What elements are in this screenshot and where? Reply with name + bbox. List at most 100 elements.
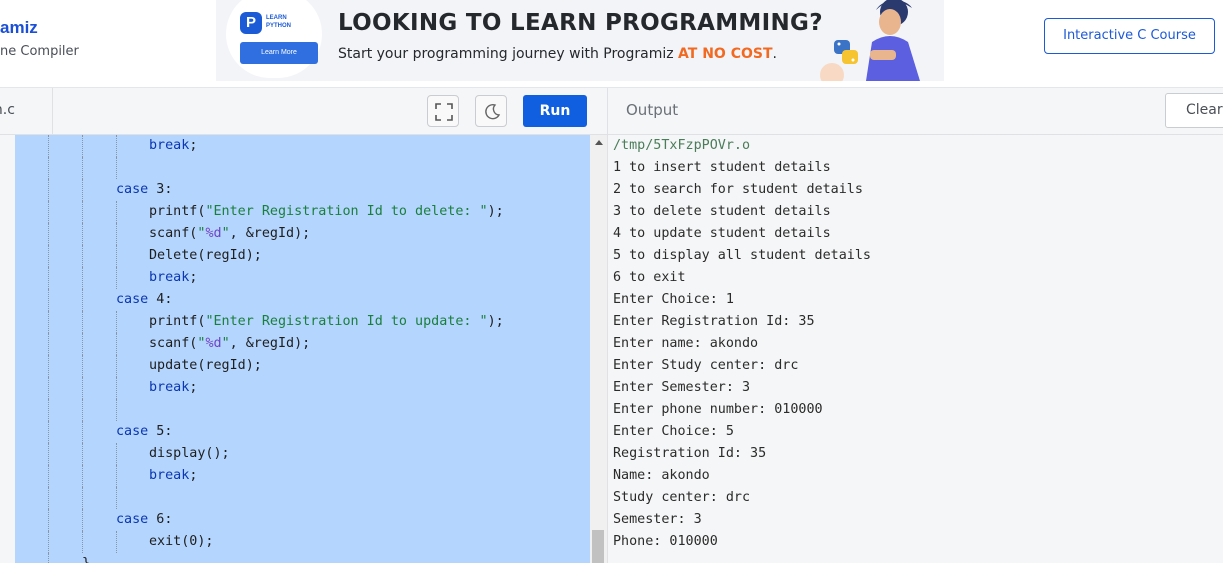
output-line: Phone: 010000	[613, 534, 718, 549]
code-line	[0, 487, 590, 509]
code-text: printf("Enter Registration Id to update:…	[149, 311, 504, 333]
code-text: break;	[149, 465, 197, 487]
indent-guide	[116, 333, 117, 355]
code-token: , &regId);	[229, 336, 311, 351]
indent-guide	[116, 465, 117, 487]
ad-subtitle-suffix: .	[772, 46, 777, 62]
ad-subtitle-highlight: AT NO COST	[678, 46, 773, 62]
code-line: }	[0, 553, 590, 563]
indent-guide	[82, 135, 83, 157]
interactive-course-button[interactable]: Interactive C Course	[1044, 18, 1215, 54]
code-line: case 4:	[0, 289, 590, 311]
indent-guide	[82, 355, 83, 377]
indent-guide	[82, 245, 83, 267]
indent-guide	[48, 443, 49, 465]
indent-guide	[116, 311, 117, 333]
code-line: break;	[0, 377, 590, 399]
indent-guide	[116, 267, 117, 289]
output-line: Registration Id: 35	[613, 446, 767, 461]
indent-guide	[116, 355, 117, 377]
code-line: scanf("%d", &regId);	[0, 223, 590, 245]
indent-guide	[116, 377, 117, 399]
output-path: /tmp/5TxFzpPOVr.o	[613, 138, 751, 153]
editor-toolbar: in.c Run Output Clear	[0, 88, 1223, 135]
moon-icon	[485, 103, 501, 120]
code-line: exit(0);	[0, 531, 590, 553]
code-text: case 5:	[116, 421, 172, 443]
code-token: case	[116, 512, 149, 527]
code-line: break;	[0, 267, 590, 289]
indent-guide	[82, 289, 83, 311]
output-line: 2 to search for student details	[613, 182, 863, 197]
code-token: 5:	[148, 424, 173, 439]
ad-banner[interactable]: P LEARN PYTHON Learn More LOOKING TO LEA…	[216, 0, 944, 81]
indent-guide	[116, 443, 117, 465]
code-token: break	[149, 270, 190, 285]
fullscreen-button[interactable]	[427, 95, 459, 127]
code-token: scanf(	[149, 336, 198, 351]
code-token: printf(	[149, 314, 206, 329]
code-line: case 5:	[0, 421, 590, 443]
output-panel[interactable]: /tmp/5TxFzpPOVr.o 1 to insert student det…	[608, 135, 1223, 563]
fullscreen-icon	[435, 103, 453, 121]
code-token: );	[487, 314, 504, 329]
code-token: ;	[189, 270, 198, 285]
code-token: 4:	[148, 292, 173, 307]
ad-left-panel: P LEARN PYTHON Learn More	[226, 0, 324, 78]
clear-button[interactable]: Clear	[1165, 93, 1223, 128]
code-line	[0, 157, 590, 179]
code-line: break;	[0, 465, 590, 487]
run-button[interactable]: Run	[523, 95, 587, 127]
code-token: Delete(regId);	[149, 248, 262, 263]
output-line: Name: akondo	[613, 468, 710, 483]
code-token: );	[487, 204, 504, 219]
code-token: display();	[149, 446, 230, 461]
code-token: case	[116, 424, 149, 439]
scroll-up-arrow-icon[interactable]	[595, 140, 603, 145]
output-line: Enter phone number: 010000	[613, 402, 823, 417]
editor-scroll-thumb[interactable]	[592, 530, 604, 563]
ad-subtitle: Start your programming journey with Prog…	[338, 46, 777, 62]
output-label: Output	[626, 101, 679, 119]
code-token: ;	[189, 468, 198, 483]
output-line: Semester: 3	[613, 512, 702, 527]
indent-guide	[48, 399, 49, 421]
editor-scrollbar[interactable]	[590, 135, 607, 563]
output-line: Enter Choice: 1	[613, 292, 734, 307]
indent-guide	[48, 355, 49, 377]
indent-guide	[48, 267, 49, 289]
code-editor[interactable]: break; case 3: printf("Enter Registration …	[0, 135, 590, 563]
indent-guide	[116, 531, 117, 553]
ad-learn-more-button[interactable]: Learn More	[240, 42, 318, 64]
code-line: break;	[0, 135, 590, 157]
code-text: case 6:	[116, 509, 172, 531]
indent-guide	[48, 377, 49, 399]
indent-guide	[48, 553, 49, 563]
code-line	[0, 399, 590, 421]
dark-mode-button[interactable]	[475, 95, 507, 127]
code-token: %d	[205, 226, 222, 241]
indent-guide	[48, 509, 49, 531]
indent-guide	[48, 487, 49, 509]
indent-guide	[82, 487, 83, 509]
indent-guide	[116, 245, 117, 267]
ad-title: LOOKING TO LEARN PROGRAMMING?	[338, 10, 823, 36]
indent-guide	[82, 399, 83, 421]
code-line: case 3:	[0, 179, 590, 201]
output-line: 5 to display all student details	[613, 248, 871, 263]
code-token: case	[116, 182, 149, 197]
code-text: printf("Enter Registration Id to delete:…	[149, 201, 504, 223]
file-tab[interactable]: in.c	[0, 88, 53, 134]
brand-name[interactable]: amiz	[0, 18, 38, 38]
code-line: Delete(regId);	[0, 245, 590, 267]
code-line: update(regId);	[0, 355, 590, 377]
code-token: ;	[189, 138, 198, 153]
indent-guide	[116, 135, 117, 157]
site-header: amiz ne Compiler P LEARN PYTHON Learn Mo…	[0, 0, 1223, 88]
code-token: update(regId);	[149, 358, 262, 373]
output-line: 6 to exit	[613, 270, 686, 285]
indent-guide	[48, 333, 49, 355]
code-token: "	[221, 336, 230, 351]
code-token: ;	[189, 380, 198, 395]
code-text: case 3:	[116, 179, 172, 201]
